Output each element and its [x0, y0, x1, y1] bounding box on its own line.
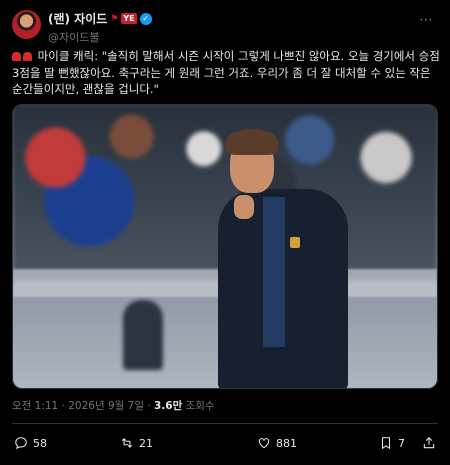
coach-hair [226, 129, 278, 155]
coach-shirt [263, 197, 285, 347]
divider [12, 423, 438, 424]
display-name-row[interactable]: (랜) 자이드 ⚑ YE ✓ [48, 10, 152, 27]
siren-icon [23, 52, 32, 61]
like-icon [258, 438, 270, 449]
action-bar: 58 21 881 7 [14, 436, 438, 456]
author-names: (랜) 자이드 ⚑ YE ✓ @자이드불 [48, 10, 152, 45]
flag-icon: ⚑ [110, 13, 119, 24]
reply-button[interactable]: 58 [14, 436, 47, 450]
display-name[interactable]: (랜) 자이드 [48, 10, 107, 27]
avatar[interactable] [12, 10, 41, 39]
club-crest [290, 237, 300, 248]
bookmark-button[interactable]: 7 [379, 436, 405, 450]
views-label: 조회수 [182, 400, 215, 412]
tweet-text-block: 마이클 캐릭: "솔직히 말해서 시즌 시작이 그렇게 나쁘진 않아요. 오늘 … [12, 48, 440, 98]
retweet-count: 21 [139, 436, 153, 450]
reply-icon [15, 437, 27, 450]
views-count: 3.6만 [154, 400, 183, 412]
more-icon[interactable]: ⋯ [419, 12, 434, 28]
share-button[interactable] [422, 436, 436, 450]
timestamp[interactable]: 오전 1:11 · 2026년 9월 7일 · [12, 400, 154, 412]
bookmark-icon [381, 437, 391, 450]
bookmark-count: 7 [398, 436, 405, 450]
photo-background-person [123, 300, 163, 370]
tweet-text: 마이클 캐릭: "솔직히 말해서 시즌 시작이 그렇게 나쁘진 않아요. 오늘 … [12, 49, 440, 96]
tweet-meta: 오전 1:11 · 2026년 9월 7일 · 3.6만 조회수 [12, 398, 215, 413]
siren-icon [12, 52, 21, 61]
tweet-photo[interactable] [12, 104, 438, 389]
retweet-icon [121, 438, 133, 448]
reply-count: 58 [33, 436, 47, 450]
ye-badge: YE [121, 13, 137, 24]
verified-icon: ✓ [139, 12, 152, 25]
tweet-header: (랜) 자이드 ⚑ YE ✓ @자이드불 ⋯ [12, 10, 438, 44]
retweet-button[interactable]: 21 [120, 436, 153, 450]
share-icon [423, 437, 435, 449]
like-count: 881 [276, 436, 297, 450]
author-handle[interactable]: @자이드불 [48, 29, 152, 45]
coach-hand [234, 195, 254, 219]
like-button[interactable]: 881 [257, 436, 297, 450]
photo-coach-figure [218, 119, 368, 388]
